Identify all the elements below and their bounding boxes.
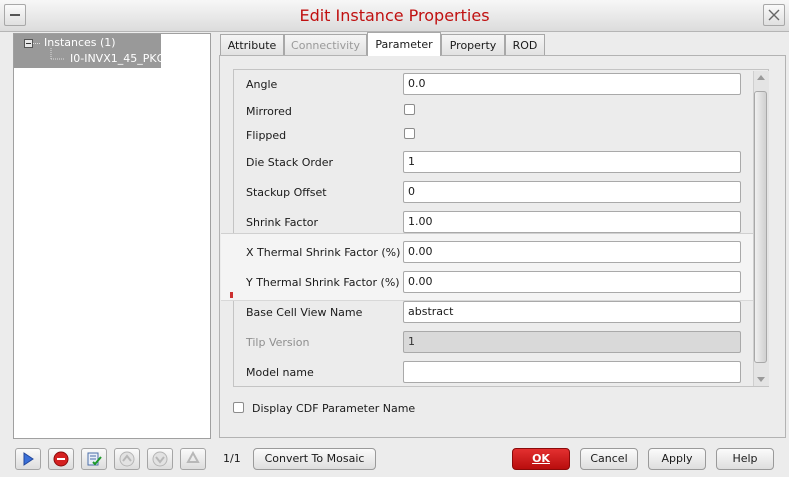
die-stack-order-label: Die Stack Order [246,156,334,169]
y-thermal-label: Y Thermal Shrink Factor (%) [246,276,400,289]
scroll-up-icon[interactable] [755,72,767,84]
apply-button[interactable]: Apply [648,448,706,470]
stackup-offset-label: Stackup Offset [246,186,327,199]
tree-item-instance[interactable]: I0-INVX1_45_PKG [70,52,165,65]
die-stack-order-field[interactable]: 1 [403,151,741,173]
tilp-version-field: 1 [403,331,741,353]
play-button[interactable] [15,448,41,470]
scroll-thumb[interactable] [754,91,767,363]
tab-parameter[interactable]: Parameter [367,32,441,56]
tab-connectivity: Connectivity [284,34,367,55]
ok-label: OK [532,452,550,465]
move-up-button[interactable] [114,448,140,470]
y-thermal-field[interactable]: 0.00 [403,271,741,293]
checklist-button[interactable] [81,448,107,470]
stackup-offset-field[interactable]: 0 [403,181,741,203]
convert-to-mosaic-button[interactable]: Convert To Mosaic [253,448,376,470]
marker [230,292,233,298]
model-name-label: Model name [246,366,314,379]
base-cell-view-field[interactable]: abstract [403,301,741,323]
model-name-field[interactable] [403,361,741,383]
tab-property[interactable]: Property [441,34,505,55]
window-title: Edit Instance Properties [299,6,490,25]
tilp-version-label: Tilp Version [246,336,310,349]
scroll-down-icon[interactable] [755,373,767,385]
recycle-button[interactable] [180,448,206,470]
close-button[interactable] [763,4,785,26]
page-indicator: 1/1 [223,452,241,465]
stop-icon [53,451,69,467]
flipped-checkbox[interactable] [404,128,415,139]
close-icon [768,9,780,21]
display-cdf-checkbox[interactable] [233,402,244,413]
x-thermal-label: X Thermal Shrink Factor (%) [246,246,401,259]
play-icon [23,452,34,466]
ok-button[interactable]: OK [512,448,570,470]
mirrored-checkbox[interactable] [404,104,415,115]
instance-tree[interactable]: Instances (1) I0-INVX1_45_PKG [13,33,211,439]
tree-root-label[interactable]: Instances (1) [44,36,116,49]
checklist-icon [87,452,102,466]
help-button[interactable]: Help [716,448,774,470]
x-thermal-field[interactable]: 0.00 [403,241,741,263]
display-cdf-label: Display CDF Parameter Name [252,402,416,415]
cancel-button[interactable]: Cancel [580,448,638,470]
shrink-factor-label: Shrink Factor [246,216,319,229]
shrink-factor-field[interactable]: 1.00 [403,211,741,233]
cancel-label: Cancel [590,452,628,465]
move-down-button[interactable] [147,448,173,470]
help-label: Help [732,452,758,465]
base-cell-view-label: Base Cell View Name [246,306,363,319]
recycle-icon [186,451,200,463]
apply-label: Apply [661,452,693,465]
arrow-up-icon [119,451,135,467]
tab-rod[interactable]: ROD [505,34,545,55]
stop-button[interactable] [48,448,74,470]
tab-attribute[interactable]: Attribute [220,34,284,55]
flipped-label: Flipped [246,129,287,142]
angle-label: Angle [246,78,278,91]
mirrored-label: Mirrored [246,105,292,118]
arrow-down-icon [152,451,168,467]
angle-field[interactable]: 0.0 [403,73,741,95]
